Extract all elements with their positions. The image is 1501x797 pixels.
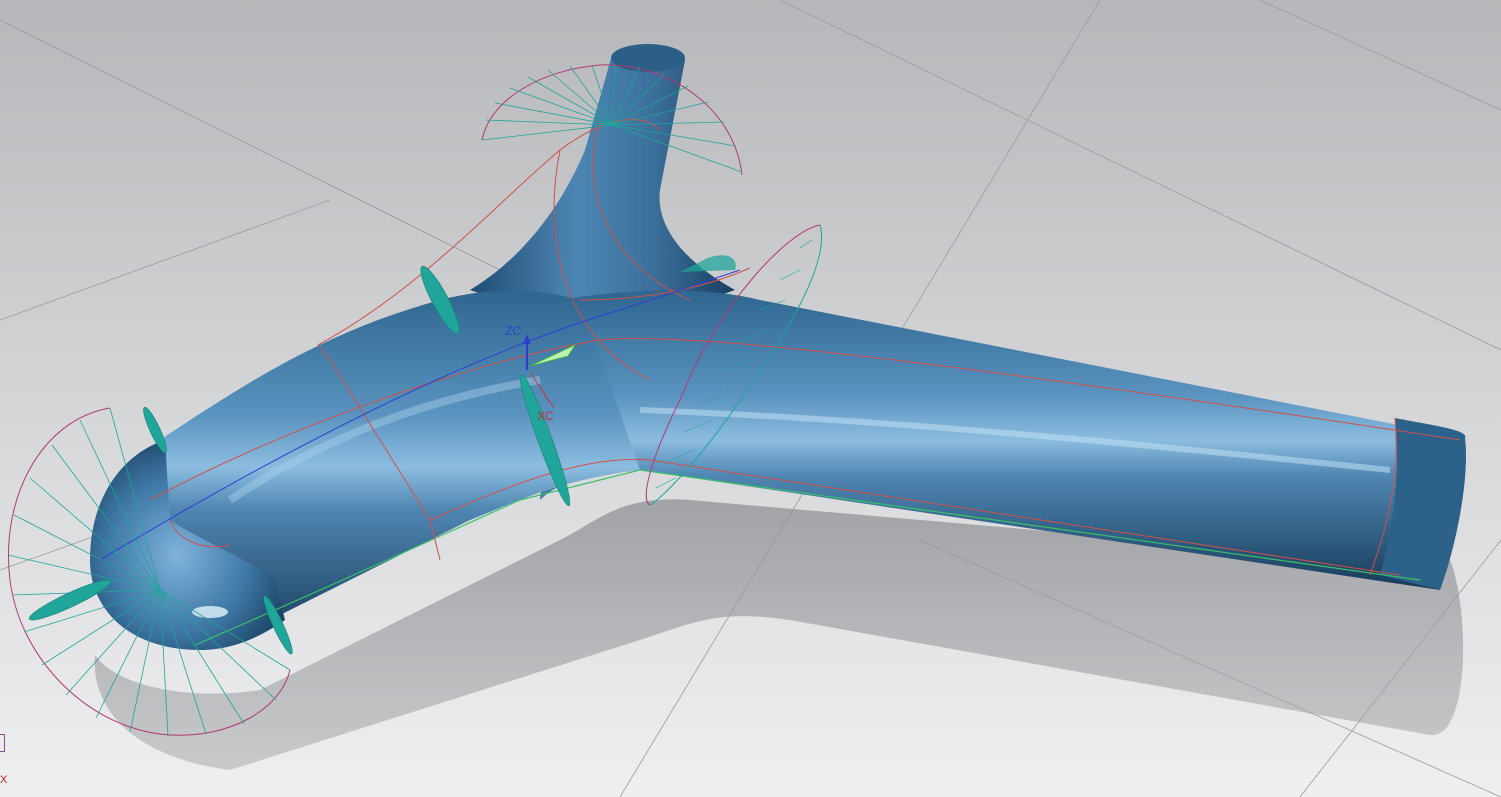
graphics-viewport[interactable]: ZC XC X <box>0 0 1501 797</box>
zc-label: ZC <box>505 324 521 338</box>
view-triad-icon[interactable] <box>0 734 5 752</box>
model-canvas[interactable]: ZC XC <box>0 0 1501 797</box>
view-triad-x-label: X <box>0 774 8 786</box>
xc-label: XC <box>537 409 554 423</box>
elbow-highlight <box>192 606 228 618</box>
upper-branch-end <box>611 44 685 72</box>
